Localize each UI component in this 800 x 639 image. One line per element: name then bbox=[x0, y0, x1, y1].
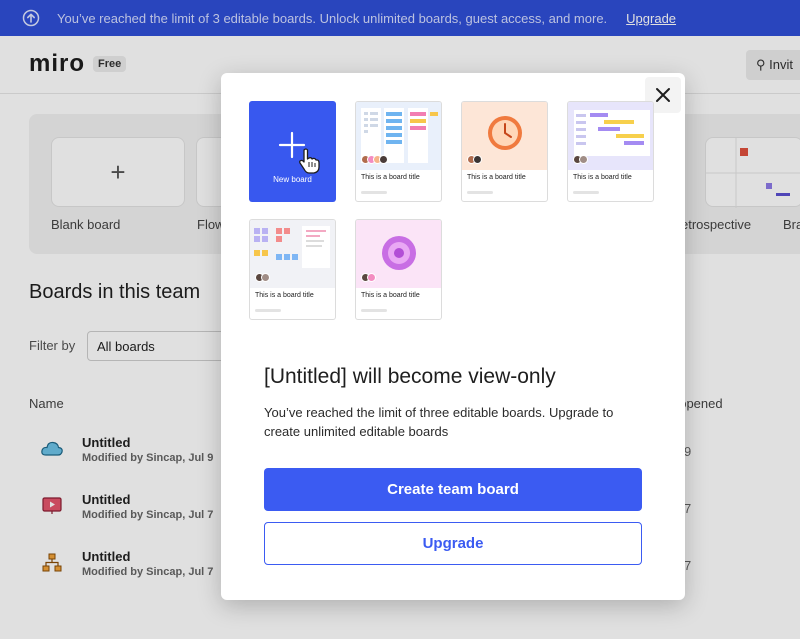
avatar-group bbox=[361, 273, 376, 283]
new-board-tile[interactable]: New board bbox=[249, 101, 336, 202]
create-team-board-button[interactable]: Create team board bbox=[264, 468, 642, 511]
tile-title: This is a board title bbox=[573, 174, 632, 181]
view-only-modal: New board This is a board title This is … bbox=[221, 73, 685, 600]
avatar-group bbox=[255, 273, 270, 283]
tile-meta-line bbox=[361, 309, 387, 312]
tile-title: This is a board title bbox=[361, 174, 420, 181]
tile-title: This is a board title bbox=[361, 292, 420, 299]
upgrade-button[interactable]: Upgrade bbox=[264, 522, 642, 565]
avatar-group bbox=[467, 155, 482, 165]
plus-icon bbox=[278, 131, 306, 159]
avatar-group bbox=[361, 155, 388, 165]
tile-title: This is a board title bbox=[467, 174, 526, 181]
modal-heading: [Untitled] will become view-only bbox=[264, 365, 556, 388]
tile-meta-line bbox=[573, 191, 599, 194]
new-board-label: New board bbox=[273, 175, 312, 184]
avatar-group bbox=[573, 155, 588, 165]
tile-meta-line bbox=[361, 191, 387, 194]
modal-body-text: You’ve reached the limit of three editab… bbox=[264, 405, 614, 439]
template-tile[interactable]: This is a board title bbox=[567, 101, 654, 202]
hand-cursor-icon bbox=[299, 148, 320, 174]
tile-meta-line bbox=[255, 309, 281, 312]
close-icon bbox=[656, 88, 670, 102]
template-tile[interactable]: This is a board title bbox=[355, 101, 442, 202]
template-tile[interactable]: This is a board title bbox=[249, 219, 336, 320]
template-tile[interactable]: This is a board title bbox=[461, 101, 548, 202]
tile-title: This is a board title bbox=[255, 292, 314, 299]
template-tile[interactable]: This is a board title bbox=[355, 219, 442, 320]
tile-meta-line bbox=[467, 191, 493, 194]
